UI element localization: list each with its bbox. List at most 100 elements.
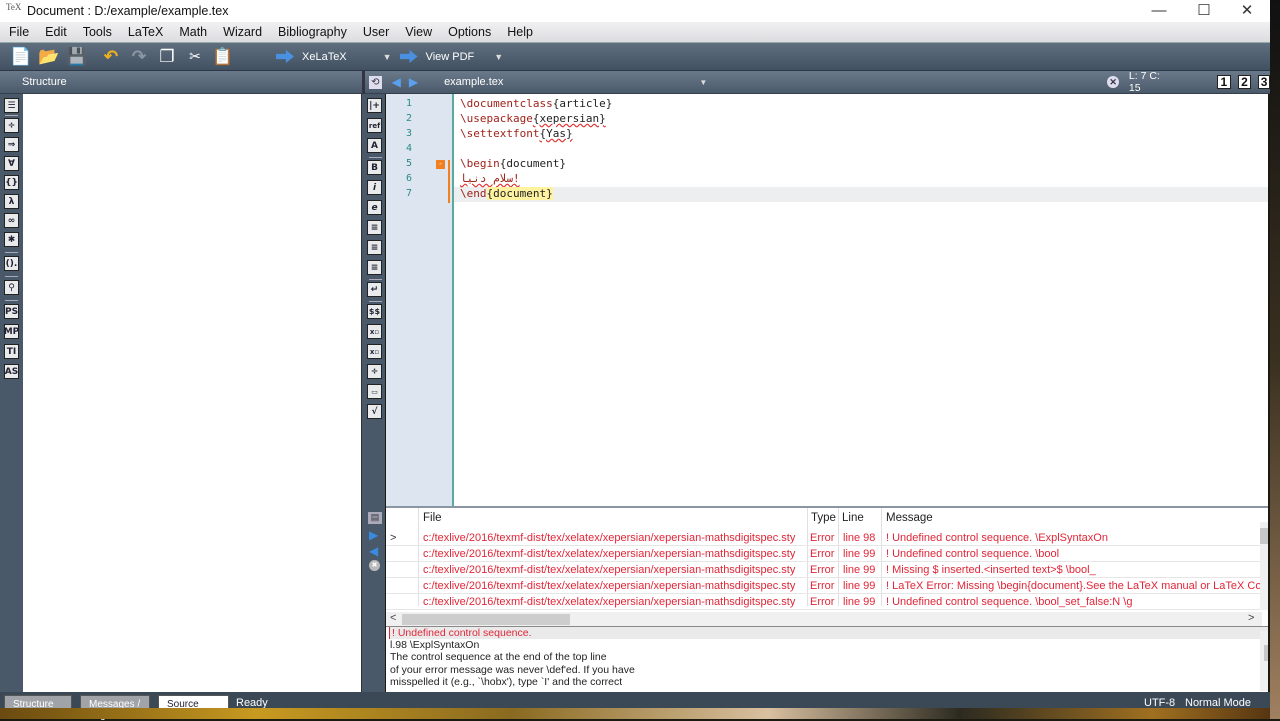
align-center-icon[interactable]: ≡	[367, 240, 382, 255]
chevron-down-icon[interactable]: ▼	[699, 78, 707, 87]
subscript-icon[interactable]: x▫	[367, 324, 382, 339]
run-arrow-icon	[276, 50, 294, 63]
log-output[interactable]: ! Undefined control sequence. l.98 \Expl…	[386, 626, 1268, 692]
scrollbar-thumb[interactable]	[1260, 528, 1268, 544]
misc-symbols-icon[interactable]: ∀	[4, 156, 19, 171]
emphasis-icon[interactable]: e	[367, 200, 382, 215]
newline-icon[interactable]: ↵	[367, 282, 382, 297]
table-row[interactable]: c:/texlive/2016/texmf-dist/tex/xelatex/x…	[386, 546, 1262, 562]
column-header-message[interactable]: Message	[886, 512, 933, 524]
menu-options[interactable]: Options	[440, 25, 499, 39]
compile-button[interactable]: XeLaTeX ▼	[276, 45, 392, 69]
relation-symbols-icon[interactable]: ÷	[4, 118, 19, 133]
close-document-icon[interactable]: ✕	[1107, 76, 1119, 88]
fraction-icon[interactable]: ÷	[367, 364, 382, 379]
scrollbar-thumb[interactable]	[1264, 645, 1268, 661]
horizontal-scrollbar[interactable]: < >	[386, 612, 1262, 626]
metapost-icon[interactable]: MP	[4, 324, 19, 339]
column-header-line[interactable]: Line	[842, 512, 864, 524]
document-tab[interactable]: example.tex	[444, 76, 503, 88]
cut-icon[interactable]: ✂	[182, 45, 208, 69]
most-used-icon[interactable]: ∞	[4, 213, 19, 228]
line-number: 1	[405, 98, 412, 109]
bold-icon[interactable]: B	[367, 160, 382, 175]
clear-log-icon[interactable]: ✖	[369, 560, 380, 571]
open-file-icon[interactable]: 📂	[36, 45, 62, 69]
greek-letters-icon[interactable]: λ	[4, 194, 19, 209]
favorites-icon[interactable]: ✱	[4, 232, 19, 247]
left-right-delimiters-icon[interactable]: ().	[4, 256, 19, 271]
sqrt-icon[interactable]: √	[367, 404, 382, 419]
menu-wizard[interactable]: Wizard	[215, 25, 270, 39]
add-item-icon[interactable]: |+	[367, 98, 382, 113]
code-line: \documentclass{article}	[460, 97, 613, 110]
next-error-icon[interactable]: ▶	[369, 528, 385, 542]
view-3-button[interactable]: 3	[1258, 75, 1270, 89]
refresh-icon[interactable]: ⟲	[369, 75, 382, 89]
table-row[interactable]: c:/texlive/2016/texmf-dist/tex/xelatex/x…	[386, 562, 1262, 578]
scroll-left-icon[interactable]: <	[390, 612, 396, 624]
delimiters-icon[interactable]: {}	[4, 175, 19, 190]
log-view-icon[interactable]: ▤	[368, 512, 382, 524]
font-size-icon[interactable]: A	[367, 138, 382, 153]
table-row[interactable]: c:/texlive/2016/texmf-dist/tex/xelatex/x…	[386, 578, 1262, 594]
menu-view[interactable]: View	[397, 25, 440, 39]
paste-icon[interactable]: 📋	[210, 45, 236, 69]
forward-arrow-icon[interactable]: ▶	[409, 75, 418, 89]
menu-tools[interactable]: Tools	[75, 25, 120, 39]
dfrac-icon[interactable]: ▭	[367, 384, 382, 399]
maximize-button[interactable]: ☐	[1181, 0, 1227, 20]
scrollbar-thumb[interactable]	[402, 614, 570, 625]
close-button[interactable]: ✕	[1224, 0, 1270, 20]
view-pdf-button[interactable]: View PDF ▼	[399, 45, 503, 69]
undo-icon[interactable]: ↶	[98, 45, 124, 69]
back-arrow-icon[interactable]: ◀	[392, 75, 401, 89]
asymptote-icon[interactable]: AS	[4, 364, 19, 379]
fold-marker-icon[interactable]: -	[436, 160, 445, 169]
align-right-icon[interactable]: ≡	[367, 260, 382, 275]
scroll-right-icon[interactable]: >	[1248, 612, 1254, 624]
menu-math[interactable]: Math	[171, 25, 215, 39]
log-line: misspelled it (e.g., `\hobx'), type `I' …	[390, 675, 623, 688]
new-file-icon[interactable]: 📄	[8, 45, 34, 69]
structure-list-icon[interactable]: ☰	[4, 98, 19, 113]
redo-icon[interactable]: ↷	[126, 45, 152, 69]
chevron-down-icon[interactable]: ▼	[383, 52, 392, 62]
menu-file[interactable]: File	[0, 25, 37, 39]
table-row[interactable]: > c:/texlive/2016/texmf-dist/tex/xelatex…	[386, 530, 1262, 546]
structure-panel[interactable]	[23, 94, 362, 692]
log-sidebar: ▤ ▶ ◀ ✖	[365, 506, 385, 692]
pstricks-icon[interactable]: PS	[4, 304, 19, 319]
menu-user[interactable]: User	[355, 25, 397, 39]
view-1-button[interactable]: 1	[1217, 75, 1231, 89]
main-toolbar: 📄 📂 💾 ↶ ↷ ❐ ✂ 📋 XeLaTeX ▼ View PDF ▼	[0, 43, 1270, 71]
chevron-down-icon[interactable]: ▼	[494, 52, 503, 62]
superscript-icon[interactable]: x▫	[367, 344, 382, 359]
view-2-button[interactable]: 2	[1237, 75, 1252, 89]
copy-icon[interactable]: ❐	[154, 45, 180, 69]
tikz-icon[interactable]: TI	[4, 344, 19, 359]
code-line: \settextfont{Yas}	[460, 127, 573, 140]
align-left-icon[interactable]: ≡	[367, 220, 382, 235]
column-header-file[interactable]: File	[423, 512, 442, 524]
vertical-scrollbar[interactable]	[1260, 631, 1268, 691]
menu-help[interactable]: Help	[499, 25, 541, 39]
previous-error-icon[interactable]: ◀	[369, 544, 385, 558]
ref-icon[interactable]: ref	[367, 118, 382, 133]
user-symbols-icon[interactable]: ⚲	[4, 280, 19, 295]
math-mode-icon[interactable]: $$	[367, 304, 382, 319]
column-header-type[interactable]: Type	[811, 512, 836, 524]
menu-latex[interactable]: LaTeX	[120, 25, 171, 39]
code-editor[interactable]: \documentclass{article} \usepackage{xepe…	[452, 94, 1268, 506]
line-number: 5	[405, 158, 412, 169]
arrow-symbols-icon[interactable]: ⇒	[4, 137, 19, 152]
table-row[interactable]: c:/texlive/2016/texmf-dist/tex/xelatex/x…	[386, 594, 1262, 610]
minimize-button[interactable]: —	[1136, 0, 1182, 20]
structure-title: Structure	[22, 76, 67, 88]
italic-icon[interactable]: i	[367, 180, 382, 195]
menu-bibliography[interactable]: Bibliography	[270, 25, 355, 39]
menu-edit[interactable]: Edit	[37, 25, 75, 39]
save-icon[interactable]: 💾	[64, 45, 90, 69]
vertical-scrollbar[interactable]	[1260, 522, 1268, 610]
title-bar: TeX Document : D:/example/example.tex — …	[0, 0, 1270, 22]
